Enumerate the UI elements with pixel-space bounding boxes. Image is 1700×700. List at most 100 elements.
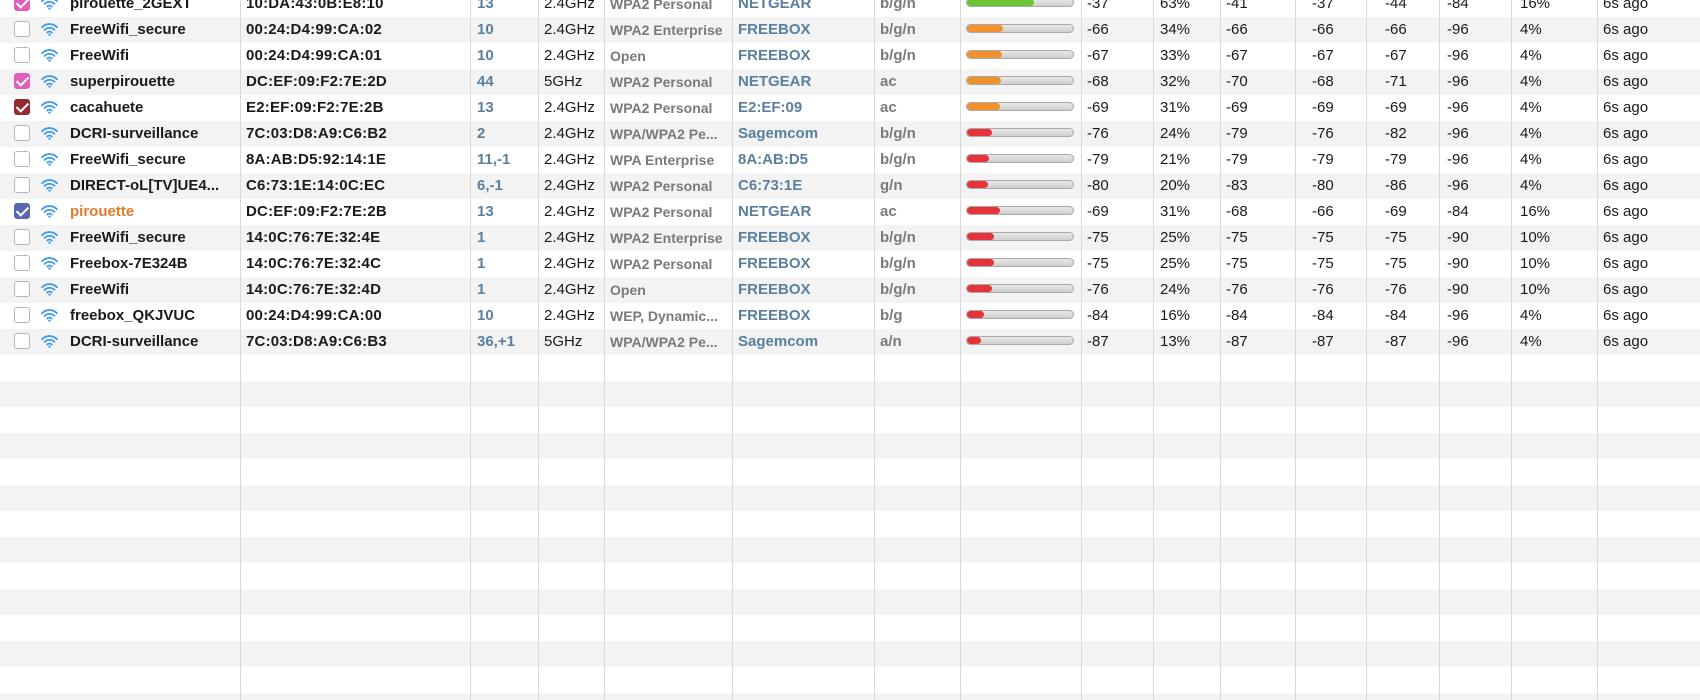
security: Open — [610, 48, 646, 64]
channel: 36,+1 — [477, 333, 515, 350]
security: Open — [610, 282, 646, 298]
quality: 16% — [1160, 307, 1191, 324]
network-checkbox-cell[interactable] — [14, 303, 34, 329]
network-checkbox[interactable] — [14, 0, 30, 11]
quality: 63% — [1160, 0, 1191, 12]
bssid: 00:24:D4:99:CA:01 — [246, 47, 382, 64]
signal: -87 — [1087, 333, 1109, 350]
signal: -79 — [1087, 151, 1109, 168]
network-checkbox-cell[interactable] — [14, 147, 34, 173]
signal-min: -76 — [1312, 125, 1334, 142]
signal: -66 — [1087, 21, 1109, 38]
network-checkbox-cell[interactable] — [14, 121, 34, 147]
network-row[interactable]: freebox_QKJVUC 00:24:D4:99:CA:00 10 2.4G… — [0, 303, 1700, 329]
ssid: cacahuete — [70, 99, 144, 116]
network-row[interactable]: superpirouette DC:EF:09:F2:7E:2D 44 5GHz… — [0, 69, 1700, 95]
channel: 2 — [477, 125, 486, 142]
signal-min: -69 — [1312, 99, 1334, 116]
noise: -90 — [1447, 255, 1469, 272]
signal-min: -66 — [1312, 203, 1334, 220]
security: WPA2 Personal — [610, 256, 713, 272]
wifi-icon-cell — [41, 329, 61, 355]
signal: -37 — [1087, 0, 1109, 12]
network-checkbox[interactable] — [14, 150, 30, 167]
network-checkbox[interactable] — [14, 228, 30, 245]
network-checkbox[interactable] — [14, 280, 30, 297]
noise: -90 — [1447, 281, 1469, 298]
network-row[interactable]: FreeWifi_secure 00:24:D4:99:CA:02 10 2.4… — [0, 17, 1700, 43]
network-row[interactable]: FreeWifi_secure 14:0C:76:7E:32:4E 1 2.4G… — [0, 225, 1700, 251]
signal-avg: -69 — [1226, 99, 1248, 116]
quality: 31% — [1160, 203, 1191, 220]
last-seen: 6s ago — [1603, 151, 1649, 168]
network-checkbox-cell[interactable] — [14, 69, 34, 95]
network-checkbox-cell[interactable] — [14, 173, 34, 199]
security: WPA Enterprise — [610, 152, 715, 168]
channel: 44 — [477, 73, 494, 90]
wifi-icon-cell — [41, 303, 61, 329]
network-checkbox-cell[interactable] — [14, 251, 34, 277]
signal-avg: -66 — [1226, 21, 1248, 38]
network-checkbox[interactable] — [14, 124, 30, 141]
band: 5GHz — [544, 73, 583, 90]
network-checkbox[interactable] — [14, 254, 30, 271]
signal: -68 — [1087, 73, 1109, 90]
signal-avg: -83 — [1226, 177, 1248, 194]
network-checkbox-cell[interactable] — [14, 0, 34, 17]
band: 2.4GHz — [544, 255, 595, 272]
signal-bar-fill — [967, 155, 990, 163]
network-checkbox[interactable] — [14, 72, 30, 89]
network-checkbox[interactable] — [14, 46, 30, 63]
network-checkbox[interactable] — [14, 306, 30, 323]
network-checkbox-cell[interactable] — [14, 95, 34, 121]
vendor: C6:73:1E — [738, 177, 803, 194]
network-checkbox-cell[interactable] — [14, 277, 34, 303]
network-checkbox-cell[interactable] — [14, 17, 34, 43]
network-row[interactable]: Freebox-7E324B 14:0C:76:7E:32:4C 1 2.4GH… — [0, 251, 1700, 277]
network-checkbox-cell[interactable] — [14, 199, 34, 225]
wifi-icon-cell — [41, 251, 61, 277]
network-row[interactable]: pirouette DC:EF:09:F2:7E:2B 13 2.4GHz WP… — [0, 199, 1700, 225]
wifi-icon-cell — [41, 95, 61, 121]
snr: 10% — [1520, 255, 1551, 272]
network-checkbox-cell[interactable] — [14, 329, 34, 355]
signal-min: -79 — [1312, 151, 1334, 168]
security: WPA2 Personal — [610, 178, 713, 194]
wifi-icon — [41, 334, 58, 348]
network-row[interactable]: pirouette_2GEXT 10:DA:43:0B:E8:10 13 2.4… — [0, 0, 1700, 17]
network-row[interactable]: FreeWifi 14:0C:76:7E:32:4D 1 2.4GHz Open… — [0, 277, 1700, 303]
network-row[interactable]: DCRI-surveillance 7C:03:D8:A9:C6:B2 2 2.… — [0, 121, 1700, 147]
signal-bar-fill — [967, 129, 993, 137]
wifi-icon-cell — [41, 277, 61, 303]
row-stripe — [0, 693, 1700, 700]
network-row[interactable]: cacahuete E2:EF:09:F2:7E:2B 13 2.4GHz WP… — [0, 95, 1700, 121]
network-row[interactable]: FreeWifi_secure 8A:AB:D5:92:14:1E 11,-1 … — [0, 147, 1700, 173]
network-row[interactable]: DCRI-surveillance 7C:03:D8:A9:C6:B3 36,+… — [0, 329, 1700, 355]
signal-bar-cell — [966, 329, 1078, 355]
vendor: Sagemcom — [738, 333, 819, 350]
last-seen: 6s ago — [1603, 281, 1649, 298]
bssid: 00:24:D4:99:CA:02 — [246, 21, 382, 38]
network-checkbox[interactable] — [14, 20, 30, 37]
signal-avg: -67 — [1226, 47, 1248, 64]
noise: -96 — [1447, 73, 1469, 90]
band: 2.4GHz — [544, 0, 595, 12]
channel: 1 — [477, 255, 486, 272]
signal-max: -71 — [1385, 73, 1407, 90]
network-checkbox[interactable] — [14, 202, 30, 219]
network-row[interactable]: DIRECT-oL[TV]UE4... C6:73:1E:14:0C:EC 6,… — [0, 173, 1700, 199]
signal-max: -44 — [1385, 0, 1407, 12]
signal-max: -69 — [1385, 99, 1407, 116]
network-checkbox-cell[interactable] — [14, 225, 34, 251]
network-checkbox[interactable] — [14, 176, 30, 193]
row-stripe — [0, 615, 1700, 641]
snr: 4% — [1520, 307, 1542, 324]
channel: 11,-1 — [477, 151, 511, 168]
network-row[interactable]: FreeWifi 00:24:D4:99:CA:01 10 2.4GHz Ope… — [0, 43, 1700, 69]
wifi-icon — [41, 256, 58, 270]
network-checkbox-cell[interactable] — [14, 43, 34, 69]
bssid: 00:24:D4:99:CA:00 — [246, 307, 382, 324]
network-checkbox[interactable] — [14, 332, 30, 349]
network-checkbox[interactable] — [14, 98, 30, 115]
wifi-icon — [41, 74, 58, 88]
